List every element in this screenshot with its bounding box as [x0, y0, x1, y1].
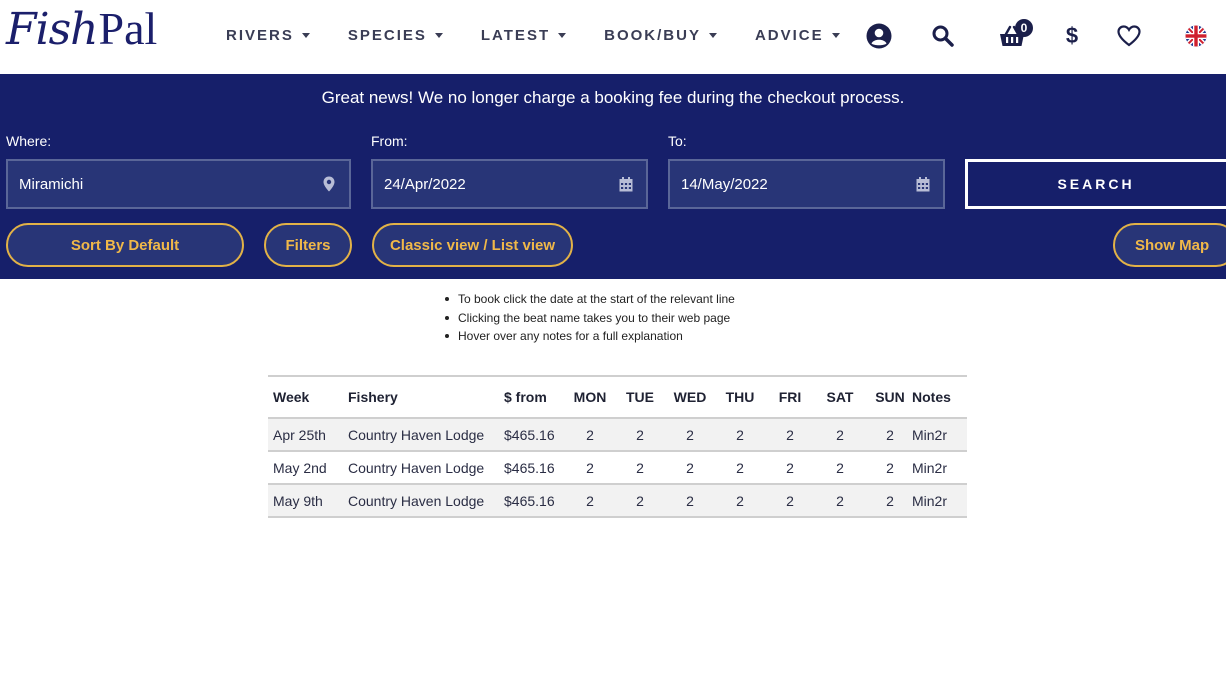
- availability-cell: 2: [736, 459, 744, 476]
- view-toggle-button[interactable]: Classic view / List view: [372, 223, 573, 267]
- col-mon: MON: [573, 389, 607, 405]
- week-date-link[interactable]: May 2nd: [268, 451, 348, 484]
- from-label: From:: [371, 133, 408, 149]
- where-value: Miramichi: [19, 175, 84, 193]
- where-label: Where:: [6, 133, 52, 149]
- availability-cell: 2: [836, 492, 844, 509]
- fishery-link[interactable]: Country Haven Lodge: [348, 418, 504, 451]
- main-nav: RIVERS SPECIES LATEST BOOK/BUY ADVICE: [226, 0, 878, 70]
- col-wed: WED: [673, 389, 707, 405]
- nav-rivers[interactable]: RIVERS: [226, 27, 310, 44]
- col-week: Week: [273, 389, 310, 405]
- show-map-button[interactable]: Show Map: [1113, 223, 1226, 267]
- availability-table: Week Fishery $ from MON TUE WED THU FRI …: [268, 375, 967, 518]
- nav-latest[interactable]: LATEST: [480, 26, 567, 44]
- logo-text-fish: Fish: [6, 4, 99, 55]
- where-input[interactable]: Miramichi: [6, 159, 351, 209]
- availability-cell: 2: [636, 459, 644, 476]
- notes-cell[interactable]: Min2r: [912, 451, 967, 484]
- search-panel: Great news! We no longer charge a bookin…: [0, 74, 1226, 279]
- to-date-input[interactable]: 14/May/2022: [668, 159, 945, 209]
- availability-cell: 2: [736, 426, 744, 443]
- calendar-icon: [915, 176, 931, 192]
- chevron-down-icon: [434, 32, 443, 38]
- table-header-row: Week Fishery $ from MON TUE WED THU FRI …: [268, 376, 967, 418]
- table-row: May 2nd Country Haven Lodge $465.16 2 2 …: [268, 451, 967, 484]
- availability-cell: 2: [786, 459, 794, 476]
- col-tue: TUE: [626, 389, 654, 405]
- fishery-link[interactable]: Country Haven Lodge: [348, 484, 504, 517]
- availability-cell: 2: [786, 426, 794, 443]
- chevron-down-icon: [708, 32, 717, 38]
- location-pin-icon: [321, 176, 337, 192]
- availability-cell: 2: [686, 459, 694, 476]
- nav-rivers-label: RIVERS: [226, 26, 294, 44]
- notes-cell[interactable]: Min2r: [912, 484, 967, 517]
- user-icon[interactable]: [865, 22, 893, 50]
- availability-cell: 2: [586, 459, 594, 476]
- notes-cell[interactable]: Min2r: [912, 418, 967, 451]
- booking-fee-notice: Great news! We no longer charge a bookin…: [321, 88, 905, 107]
- to-label: To:: [668, 133, 687, 149]
- sort-button[interactable]: Sort By Default: [6, 223, 244, 267]
- chevron-down-icon: [558, 32, 567, 38]
- availability-cell: 2: [886, 459, 894, 476]
- nav-advice[interactable]: ADVICE: [755, 27, 840, 44]
- search-icon[interactable]: [929, 22, 957, 50]
- instruction-item: Clicking the beat name takes you to thei…: [445, 309, 735, 328]
- availability-cell: 2: [586, 426, 594, 443]
- basket-count-badge: 0: [1015, 19, 1033, 37]
- chevron-down-icon: [301, 32, 310, 38]
- availability-cell: 2: [686, 426, 694, 443]
- booking-instructions: To book click the date at the start of t…: [445, 290, 735, 346]
- col-price-from: $ from: [504, 389, 547, 405]
- currency-icon[interactable]: $: [1058, 22, 1086, 50]
- nav-species[interactable]: SPECIES: [348, 27, 443, 44]
- from-date-value: 24/Apr/2022: [384, 175, 466, 193]
- col-thu: THU: [725, 389, 755, 405]
- instruction-item: Hover over any notes for a full explanat…: [445, 327, 735, 346]
- nav-book-buy[interactable]: BOOK/BUY: [604, 27, 717, 44]
- col-fri: FRI: [778, 389, 802, 405]
- site-header: Fish Pal RIVERS SPECIES LATEST BOOK/BUY …: [0, 0, 1226, 74]
- chevron-down-icon: [831, 32, 840, 38]
- heart-icon[interactable]: [1115, 22, 1143, 50]
- week-date-link[interactable]: May 9th: [268, 484, 348, 517]
- col-sat: SAT: [826, 389, 854, 405]
- col-sun: SUN: [875, 389, 905, 405]
- to-date-value: 14/May/2022: [681, 175, 768, 193]
- filters-button[interactable]: Filters: [264, 223, 352, 267]
- table-row: May 9th Country Haven Lodge $465.16 2 2 …: [268, 484, 967, 517]
- col-fishery: Fishery: [348, 389, 398, 405]
- instruction-item: To book click the date at the start of t…: [445, 290, 735, 309]
- fishpal-logo[interactable]: Fish Pal: [6, 2, 157, 70]
- nav-species-label: SPECIES: [347, 26, 427, 44]
- col-notes: Notes: [912, 389, 951, 405]
- table-row: Apr 25th Country Haven Lodge $465.16 2 2…: [268, 418, 967, 451]
- availability-cell: 2: [586, 492, 594, 509]
- nav-book-buy-label: BOOK/BUY: [604, 26, 701, 44]
- calendar-icon: [618, 176, 634, 192]
- availability-cell: 2: [686, 492, 694, 509]
- availability-cell: 2: [836, 459, 844, 476]
- nav-latest-label: LATEST: [480, 26, 551, 44]
- uk-flag-icon[interactable]: [1182, 22, 1210, 50]
- from-date-input[interactable]: 24/Apr/2022: [371, 159, 648, 209]
- availability-cell: 2: [886, 426, 894, 443]
- availability-cell: 2: [836, 426, 844, 443]
- basket-icon[interactable]: 0: [998, 19, 1033, 50]
- logo-text-pal: Pal: [98, 3, 158, 54]
- search-button[interactable]: SEARCH: [965, 159, 1226, 209]
- price-cell: $465.16: [504, 426, 555, 443]
- nav-advice-label: ADVICE: [754, 26, 824, 44]
- availability-cell: 2: [736, 492, 744, 509]
- availability-cell: 2: [786, 492, 794, 509]
- availability-cell: 2: [636, 426, 644, 443]
- fishery-link[interactable]: Country Haven Lodge: [348, 451, 504, 484]
- availability-cell: 2: [886, 492, 894, 509]
- availability-cell: 2: [636, 492, 644, 509]
- price-cell: $465.16: [504, 492, 555, 509]
- week-date-link[interactable]: Apr 25th: [268, 418, 348, 451]
- price-cell: $465.16: [504, 459, 555, 476]
